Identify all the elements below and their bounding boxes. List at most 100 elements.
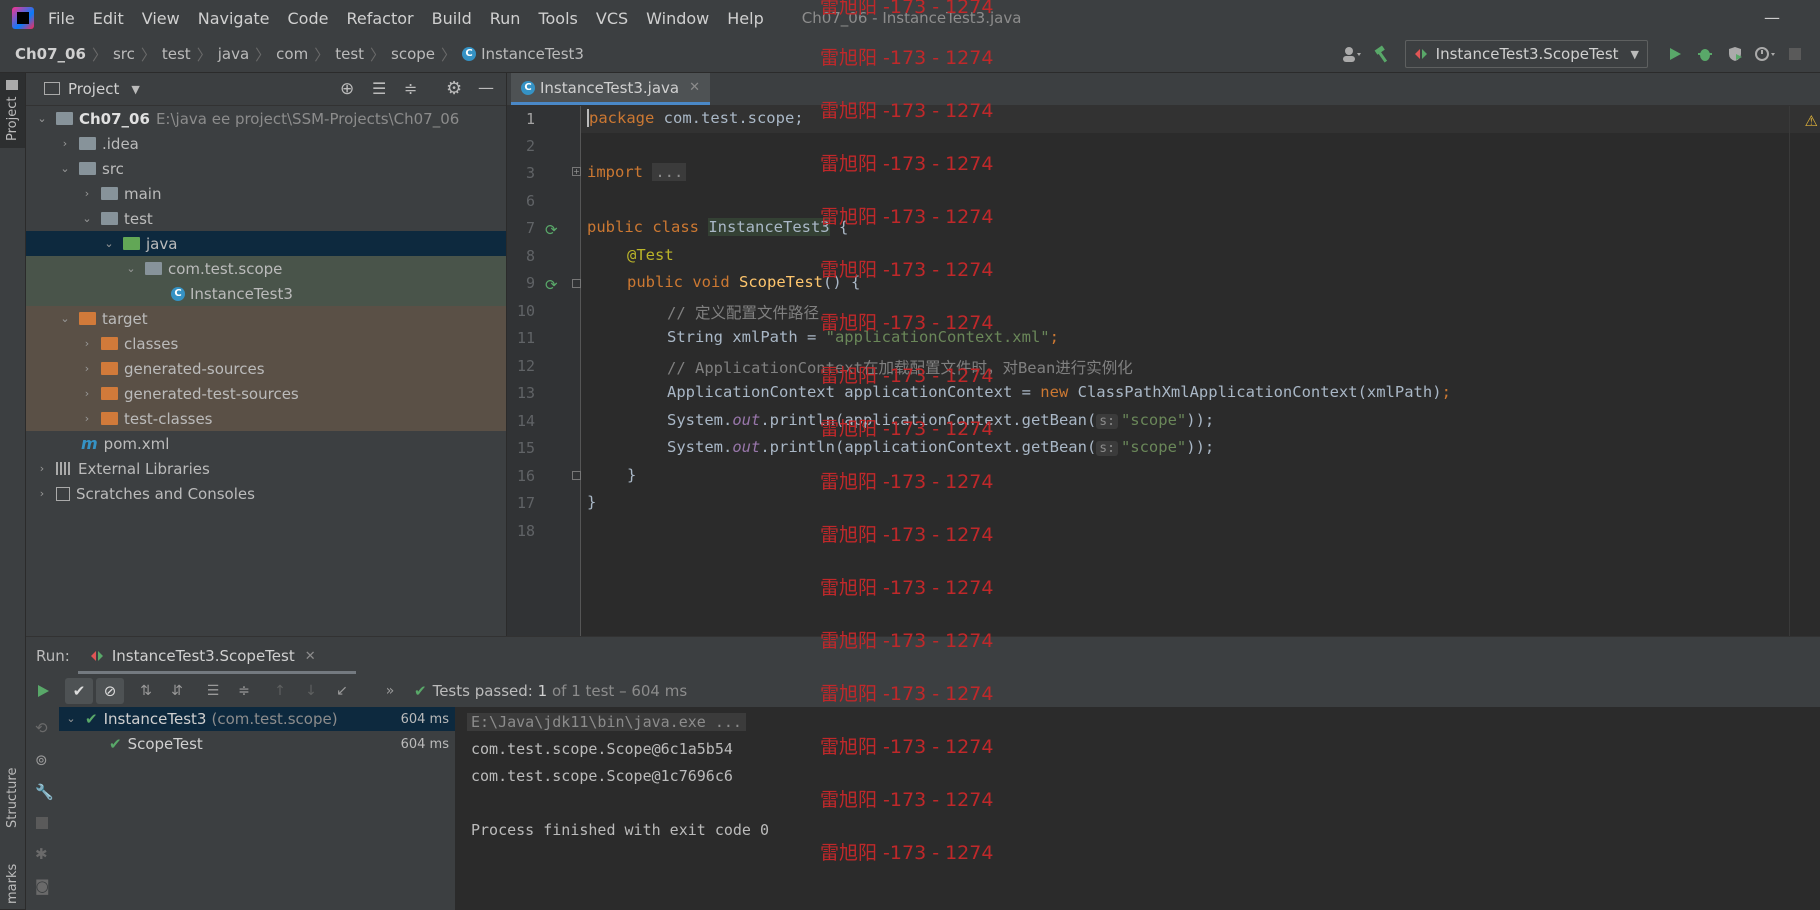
project-tool-button[interactable]: Project [0,73,25,148]
bookmarks-tool-button[interactable]: marks [0,859,25,909]
menu-edit[interactable]: Edit [93,9,124,28]
minimize-button[interactable]: — [1764,8,1780,27]
wrench-icon[interactable]: 🔧 [35,783,54,801]
editor-tab-instancetest3[interactable]: C InstanceTest3.java ✕ [511,73,710,105]
build-hammer-icon[interactable] [1370,42,1394,66]
menu-vcs[interactable]: VCS [596,9,628,28]
fold-icon[interactable] [572,471,581,480]
collapse-all-icon[interactable]: ≑ [404,79,417,98]
fold-icon[interactable] [572,279,581,288]
menu-tools[interactable]: Tools [538,9,577,28]
tree-item-idea[interactable]: › .idea [26,131,506,156]
tree-item-test[interactable]: ⌄ test [26,206,506,231]
chevron-right-icon[interactable]: › [81,337,93,350]
run-icon[interactable] [1663,42,1687,66]
chevron-right-icon[interactable]: › [81,412,93,425]
gear-icon[interactable]: ⚙ [446,78,462,99]
run-configuration-select[interactable]: InstanceTest3.ScopeTest ▼ [1404,40,1648,68]
coverage-icon[interactable] [1723,42,1747,66]
chevron-right-icon[interactable]: › [81,187,93,200]
menu-refactor[interactable]: Refactor [346,9,413,28]
breadcrumb-class[interactable]: InstanceTest3 [481,45,584,63]
breadcrumb-test-pkg[interactable]: test [335,45,364,63]
chevron-down-icon[interactable]: ⌄ [36,112,48,125]
run-test-gutter-icon[interactable]: ⟳ [545,221,558,239]
code-editor[interactable]: 1 2 3 6 7 8 9 10 11 12 13 14 15 16 17 18… [507,106,1820,636]
show-passed-toggle[interactable]: ✔ [65,678,93,704]
breadcrumb-project[interactable]: Ch07_06 [15,45,86,63]
chevron-right-icon[interactable]: › [81,362,93,375]
test-row-method[interactable]: ✔ ScopeTest 604 ms [59,732,455,756]
run-test-gutter-icon[interactable]: ⟳ [545,276,558,294]
close-icon[interactable]: ✕ [305,649,316,664]
sort-by-duration-icon[interactable]: ⇵ [163,678,191,704]
chevron-right-icon[interactable]: › [81,387,93,400]
tree-item-java[interactable]: ⌄ java [26,231,506,256]
previous-failed-icon[interactable]: ↑ [266,678,294,704]
console-line[interactable]: E:\Java\jdk11\bin\java.exe ... [467,713,746,731]
menu-navigate[interactable]: Navigate [198,9,270,28]
chevron-down-icon[interactable]: ⌄ [81,212,93,225]
chevron-right-icon[interactable]: › [59,137,71,150]
stop-icon[interactable] [36,817,48,829]
breadcrumb-scope[interactable]: scope [391,45,435,63]
tree-item-generated-sources[interactable]: › generated-sources [26,356,506,381]
locate-icon[interactable]: ⊕ [340,79,354,99]
collapse-all-icon[interactable]: ≑ [230,678,258,704]
profiler-icon[interactable] [1753,42,1777,66]
close-icon[interactable]: ✕ [689,80,700,95]
debug-icon[interactable]: ✱ [35,845,48,863]
run-tab[interactable]: InstanceTest3.ScopeTest ✕ [90,647,316,665]
menu-help[interactable]: Help [727,9,763,28]
tree-item-pom[interactable]: m pom.xml [26,431,506,456]
tree-item-package[interactable]: ⌄ com.test.scope [26,256,506,281]
hide-panel-icon[interactable]: — [478,78,494,97]
warning-icon[interactable]: ⚠ [1805,112,1818,130]
chevron-down-icon[interactable]: ⌄ [103,237,115,250]
menu-run[interactable]: Run [490,9,521,28]
menu-build[interactable]: Build [432,9,472,28]
import-tests-icon[interactable]: ↙ [328,678,356,704]
tree-item-generated-test-sources[interactable]: › generated-test-sources [26,381,506,406]
fold-icon[interactable]: + [572,167,581,176]
expand-all-icon[interactable]: ☰ [372,79,386,98]
show-ignored-toggle[interactable]: ⊘ [96,678,124,704]
tree-item-test-classes[interactable]: › test-classes [26,406,506,431]
user-icon[interactable] [1340,42,1364,66]
rerun-failed-icon[interactable]: ⟲ [35,719,48,737]
breadcrumb-test[interactable]: test [162,45,191,63]
test-row-class[interactable]: ⌄ ✔ InstanceTest3 (com.test.scope) 604 m… [59,707,455,731]
stop-icon[interactable] [1783,42,1807,66]
tree-item-scratches[interactable]: › Scratches and Consoles [26,481,506,506]
tree-item-target[interactable]: ⌄ target [26,306,506,331]
run-console[interactable]: E:\Java\jdk11\bin\java.exe ... com.test.… [456,707,1820,910]
chevron-down-icon[interactable]: ▼ [131,83,139,96]
breadcrumb-java[interactable]: java [218,45,249,63]
project-panel-title[interactable]: Project [68,80,119,98]
more-icon[interactable]: » [376,678,404,704]
menu-file[interactable]: File [48,9,75,28]
breadcrumb-com[interactable]: com [276,45,308,63]
toggle-auto-test-icon[interactable]: ⊚ [35,751,48,769]
chevron-down-icon[interactable]: ⌄ [125,262,137,275]
tree-item-classes[interactable]: › classes [26,331,506,356]
tree-item-src[interactable]: ⌄ src [26,156,506,181]
structure-tool-button[interactable]: Structure [0,753,25,843]
menu-view[interactable]: View [142,9,180,28]
tree-item-main[interactable]: › main [26,181,506,206]
debug-icon[interactable] [1693,42,1717,66]
menu-window[interactable]: Window [646,9,709,28]
expand-all-icon[interactable]: ☰ [199,678,227,704]
chevron-right-icon[interactable]: › [36,462,48,475]
tree-item-external-libraries[interactable]: › External Libraries [26,456,506,481]
tree-item-project-root[interactable]: ⌄ Ch07_06 E:\java ee project\SSM-Project… [26,106,506,131]
camera-icon[interactable]: ◙ [35,877,50,895]
chevron-down-icon[interactable]: ⌄ [59,312,71,325]
chevron-down-icon[interactable]: ⌄ [65,713,77,725]
next-failed-icon[interactable]: ↓ [297,678,325,704]
sort-alphabetically-icon[interactable]: ⇅ [132,678,160,704]
chevron-right-icon[interactable]: › [36,487,48,500]
tree-item-class[interactable]: C InstanceTest3 [26,281,506,306]
chevron-down-icon[interactable]: ⌄ [59,162,71,175]
folded-imports[interactable]: ... [652,163,687,181]
